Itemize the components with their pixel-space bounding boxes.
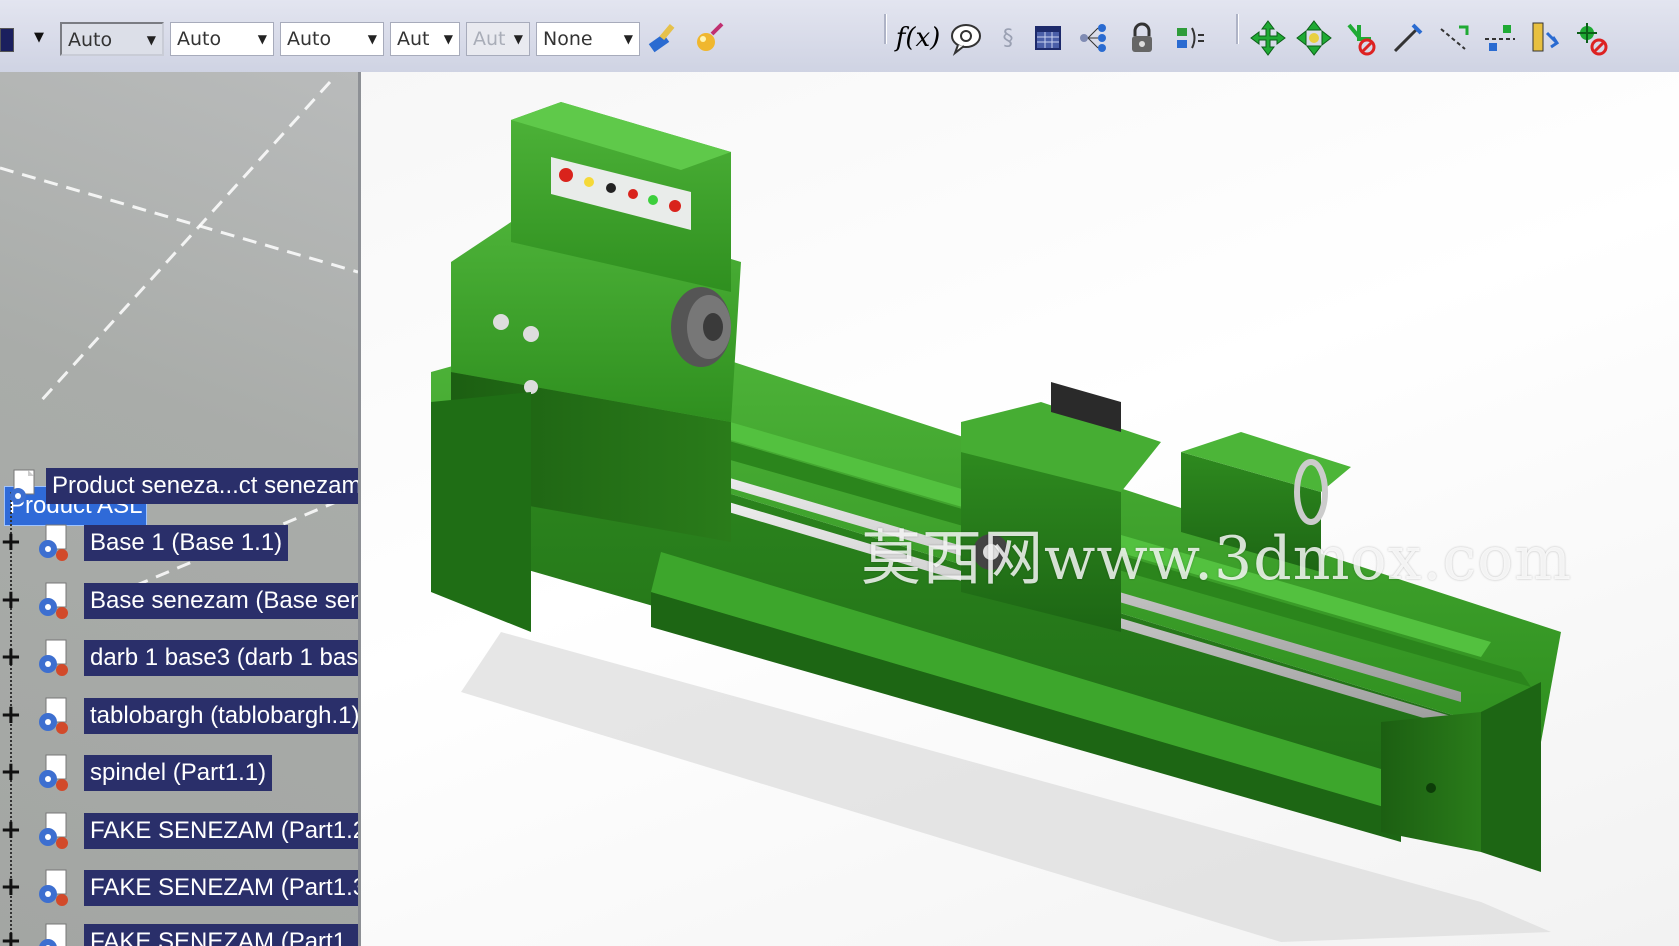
tree-item-label: Base 1 (Base 1.1) [84,525,289,561]
chevron-down-icon: ▼ [257,32,267,46]
paint-brush-icon[interactable] [644,18,684,58]
smart-move-icon[interactable] [1434,18,1474,58]
point-type-combo[interactable]: Auto ▼ [280,22,384,56]
expand-plus-icon[interactable]: + [0,874,22,900]
expand-plus-icon[interactable]: + [0,759,22,785]
chevron-down-icon: ▼ [146,33,156,47]
expand-plus-icon[interactable]: + [0,644,22,670]
tree-graph-icon[interactable] [1074,18,1114,58]
chevron-down-icon: ▼ [367,32,377,46]
tree-item-label: Product seneza...ct senezam.1) [46,468,358,504]
table-icon[interactable] [1028,18,1068,58]
tree-item-label: darb 1 base3 (darb 1 base3.1) [84,640,358,676]
expand-plus-icon[interactable]: + [0,817,22,843]
toolbar: ▼ Auto ▼ Auto ▼ Auto ▼ Aut ▼ Aut ▼ None ▼ f(x)… [0,0,1679,73]
combo-value: Aut [397,28,430,50]
stop-manipulate-icon[interactable] [1340,18,1380,58]
toolbar-separator [884,14,887,44]
line-type-combo[interactable]: Auto ▼ [60,22,164,56]
apply-material-icon[interactable] [690,18,730,58]
expand-plus-icon[interactable]: + [0,702,22,728]
combo-value: Aut [473,28,506,50]
snap-icon[interactable] [1388,18,1428,58]
watermark-text: 莫西网www.3dmox.com [861,524,1573,594]
lathe-model[interactable] [361,72,1679,946]
expand-plus-icon[interactable]: + [0,928,22,946]
product-icon [10,469,35,504]
analysis-stop-icon[interactable] [1572,18,1612,58]
parameter-icon[interactable] [1170,18,1210,58]
expand-plus-icon[interactable]: + [0,529,22,555]
tree-item-label: spindel (Part1.1) [84,755,273,791]
knowledge-speech-icon[interactable] [946,18,986,58]
combo-value: Auto [287,28,332,50]
move-icon[interactable] [1248,18,1288,58]
toolbar-separator [1236,14,1239,44]
layer-combo[interactable]: Aut ▼ [390,22,460,56]
part-gear-icon [39,697,68,734]
chevron-down-icon[interactable]: ▼ [34,30,44,45]
part-gear-icon [39,812,68,849]
filter-combo[interactable]: None ▼ [536,22,640,56]
chevron-down-icon: ▼ [623,32,633,46]
3d-viewport[interactable]: 莫西网www.3dmox.com [361,72,1679,946]
chevron-down-icon: ▼ [513,32,523,46]
part-gear-icon [39,754,68,791]
explode-icon[interactable] [1294,18,1334,58]
part-gear-icon [39,582,68,619]
reorder-icon[interactable] [1480,18,1520,58]
expand-plus-icon[interactable]: + [0,587,22,613]
render-style-combo[interactable]: Aut ▼ [466,22,530,56]
line-thickness-combo[interactable]: Auto ▼ [170,22,274,56]
tree-item-label: FAKE SENEZAM (Part1.3) [84,870,358,906]
part-gear-icon [39,923,67,946]
formula-label: f(x) [895,23,941,53]
combo-value: Auto [177,28,222,50]
tree-item-label: tablobargh (tablobargh.1) [84,698,358,734]
specification-tree-panel[interactable]: Product ASL Product seneza...ct senezam.… [0,72,361,946]
lock-icon[interactable] [1122,18,1162,58]
tree-item-label: Base senezam (Base senezam.1) [84,583,358,619]
combo-value: Auto [68,29,113,51]
chevron-down-icon: ▼ [443,32,453,46]
clash-icon[interactable] [1526,18,1566,58]
combo-value: None [543,28,593,50]
color-swatch[interactable] [0,28,14,52]
part-gear-icon [39,524,68,561]
tree-item-label: FAKE SENEZAM (Part1... [84,924,358,946]
formula-icon[interactable]: f(x) [895,18,941,58]
part-gear-icon [39,869,68,906]
part-gear-icon [39,639,68,676]
tree-item-label: FAKE SENEZAM (Part1.2) [84,813,358,849]
link-icon[interactable]: § [988,18,1028,58]
